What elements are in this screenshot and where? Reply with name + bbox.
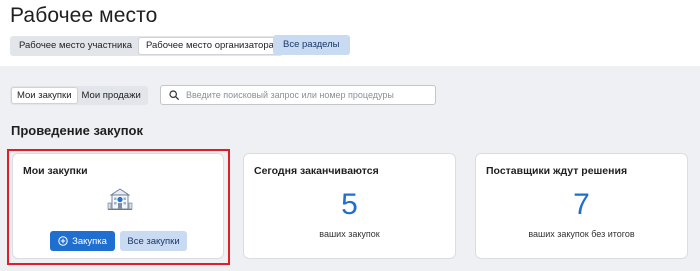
- all-sections-button[interactable]: Все разделы: [273, 35, 350, 55]
- search-icon: [169, 90, 179, 100]
- workspace-participant-tab[interactable]: Рабочее место участника: [12, 38, 139, 54]
- my-purchases-title: Мои закупки: [23, 165, 88, 177]
- awaiting-decision-caption: ваших закупок без итогов: [528, 229, 635, 239]
- create-purchase-button[interactable]: Закупка: [50, 231, 115, 251]
- tab-my-purchases[interactable]: Мои закупки: [12, 88, 77, 103]
- workspace-switch: Рабочее место участника Рабочее место ор…: [10, 36, 283, 56]
- section-title: Проведение закупок: [11, 123, 143, 138]
- header-area: Рабочее место Рабочее место участника Ра…: [0, 0, 700, 66]
- all-purchases-button[interactable]: Все закупки: [120, 231, 187, 251]
- purchases-sales-tabs: Мои закупки Мои продажи: [10, 86, 148, 105]
- ending-today-title: Сегодня заканчиваются: [254, 165, 379, 177]
- awaiting-decision-count[interactable]: 7: [476, 188, 687, 222]
- ending-today-caption: ваших закупок: [319, 229, 380, 239]
- tab-my-sales[interactable]: Мои продажи: [77, 88, 146, 103]
- building-icon: [107, 188, 133, 210]
- awaiting-decision-title: Поставщики ждут решения: [486, 165, 628, 177]
- plus-circle-icon: [58, 236, 68, 246]
- awaiting-decision-card[interactable]: Поставщики ждут решения 7 ваших закупок …: [475, 153, 688, 259]
- search-box: [160, 85, 436, 105]
- search-input[interactable]: [186, 90, 426, 100]
- page-title: Рабочее место: [10, 4, 158, 27]
- my-purchases-card: Мои закупки Закупка Все закупки: [12, 153, 224, 259]
- workspace-organizer-tab[interactable]: Рабочее место организатора: [139, 38, 281, 54]
- ending-today-card[interactable]: Сегодня заканчиваются 5 ваших закупок: [243, 153, 456, 259]
- create-purchase-label: Закупка: [72, 235, 107, 247]
- ending-today-count[interactable]: 5: [244, 188, 455, 222]
